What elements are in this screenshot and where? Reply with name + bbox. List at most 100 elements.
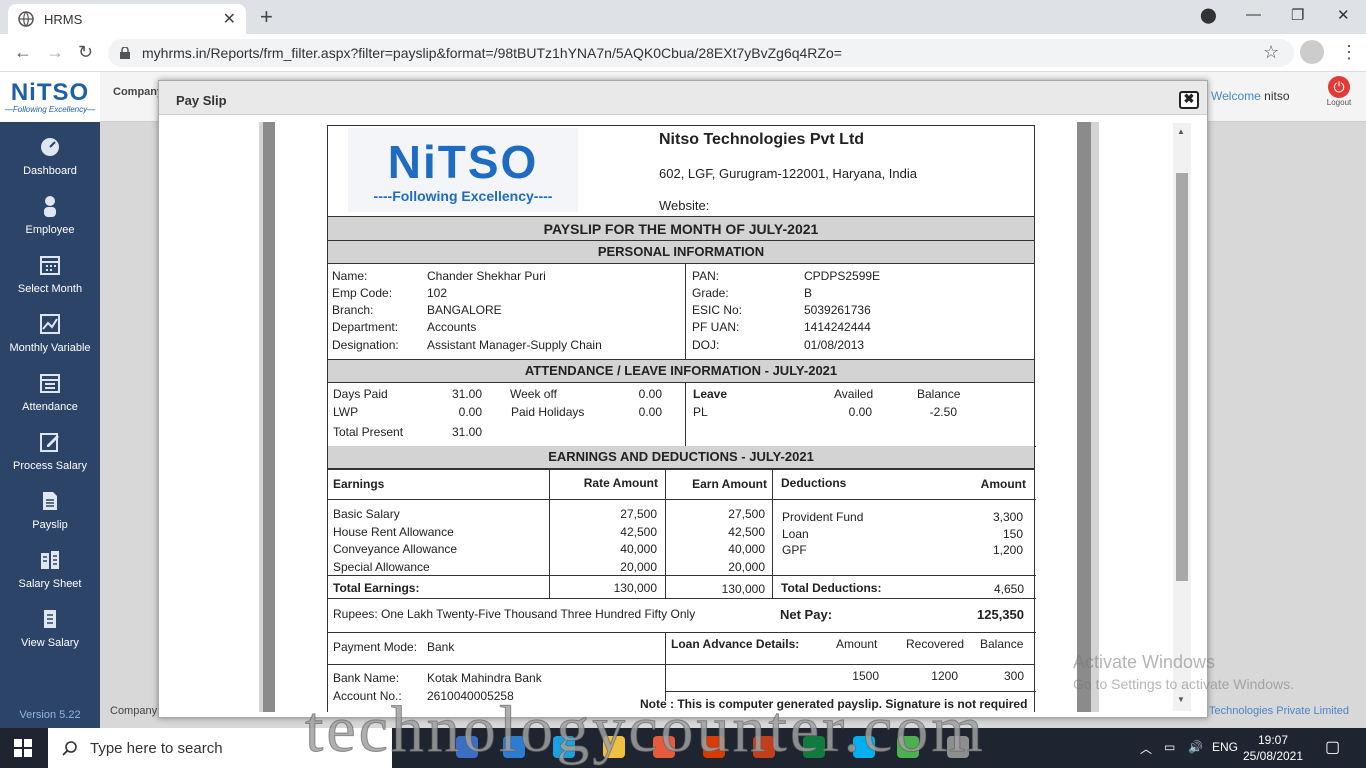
field-value: Chander Shekhar Puri bbox=[427, 269, 546, 283]
loan-recovered-header: Recovered bbox=[906, 637, 965, 651]
company-address: 602, LGF, Gurugram-122001, Haryana, Indi… bbox=[659, 166, 917, 181]
browser-tab[interactable]: HRMS ✕ bbox=[8, 4, 246, 34]
sidebar-item-label: Monthly Variable bbox=[9, 342, 91, 354]
field-value: Assistant Manager-Supply Chain bbox=[427, 338, 602, 352]
deduction-name: GPF bbox=[782, 543, 807, 557]
new-tab-icon[interactable]: + bbox=[260, 4, 273, 30]
sidebar-item-employee[interactable]: Employee bbox=[0, 195, 100, 236]
company-label: Company bbox=[113, 86, 164, 98]
paid-holidays-value: 0.00 bbox=[638, 405, 662, 419]
field-label: Emp Code: bbox=[332, 286, 393, 300]
windows-activation-watermark: Activate Windows Go to Settings to activ… bbox=[1073, 652, 1294, 692]
amount-col-header: Amount bbox=[980, 477, 1026, 491]
earnings-heading: EARNINGS AND DEDUCTIONS - JULY-2021 bbox=[328, 446, 1034, 469]
sidebar-item-label: View Salary bbox=[21, 637, 79, 649]
payslip-document: NiTSO ----Following Excellency---- Nitso… bbox=[327, 125, 1036, 712]
earning-amount: 42,500 bbox=[728, 525, 765, 539]
paid-holidays-label: Paid Holidays bbox=[511, 405, 585, 419]
field-value: Accounts bbox=[427, 320, 477, 334]
power-icon: ⏻ bbox=[1328, 76, 1350, 98]
bank-name-value: Kotak Mahindra Bank bbox=[427, 671, 542, 685]
field-value: CPDPS2599E bbox=[804, 269, 881, 283]
tray-expand-icon[interactable]: ︿ bbox=[1140, 740, 1152, 757]
scrollbar-thumb[interactable] bbox=[1176, 173, 1188, 581]
bookmark-star-icon[interactable]: ☆ bbox=[1263, 42, 1279, 63]
sidebar-item-payslip[interactable]: Payslip bbox=[0, 490, 100, 531]
scroll-down-icon[interactable]: ▼ bbox=[1177, 695, 1185, 704]
activate-windows-hint: Go to Settings to activate Windows. bbox=[1073, 676, 1294, 692]
modal-title: Pay Slip bbox=[176, 93, 227, 108]
network-icon[interactable]: ▭ bbox=[1164, 740, 1175, 754]
leave-col-header: Leave bbox=[693, 387, 728, 401]
profile-avatar[interactable] bbox=[1300, 40, 1324, 64]
payslip-header: NiTSO ----Following Excellency---- Nitso… bbox=[328, 126, 1034, 217]
loan-balance-header: Balance bbox=[980, 637, 1024, 651]
sidebar-item-view-salary[interactable]: View Salary bbox=[0, 608, 100, 649]
forward-icon[interactable]: → bbox=[46, 42, 64, 63]
browser-menu-icon[interactable]: ⋮ bbox=[1340, 42, 1358, 63]
sidebar-item-dashboard[interactable]: Dashboard bbox=[0, 136, 100, 177]
sidebar-item-salary-sheet[interactable]: Salary Sheet bbox=[0, 549, 100, 590]
sidebar-item-label: Payslip bbox=[32, 519, 68, 531]
field-label: Grade: bbox=[692, 286, 729, 300]
field-value: BANGALORE bbox=[427, 303, 502, 317]
system-clock[interactable]: 19:07 25/08/2021 bbox=[1238, 732, 1308, 764]
loan-amount-value: 1500 bbox=[852, 669, 879, 683]
leave-balance: -2.50 bbox=[929, 405, 957, 419]
total-rate-value: 130,000 bbox=[613, 581, 657, 595]
url-field[interactable]: myhrms.in/Reports/frm_filter.aspx?filter… bbox=[108, 39, 1294, 67]
deductions-col-header: Deductions bbox=[781, 476, 847, 490]
earning-amount: 27,500 bbox=[728, 507, 765, 521]
tab-close-icon[interactable]: ✕ bbox=[223, 9, 236, 29]
brand-watermark: technologycounter.com bbox=[305, 693, 986, 766]
logo-text: NiTSO bbox=[10, 78, 90, 106]
sidebar-item-label: Attendance bbox=[22, 401, 78, 413]
sidebar-item-label: Salary Sheet bbox=[18, 578, 82, 590]
row-divider bbox=[328, 632, 1036, 633]
language-indicator[interactable]: ENG bbox=[1212, 740, 1238, 754]
back-icon[interactable]: ← bbox=[14, 42, 32, 63]
modal-scrollbar[interactable]: ▲ ▼ bbox=[1173, 123, 1191, 711]
report-viewer: NiTSO ----Following Excellency---- Nitso… bbox=[259, 122, 1099, 712]
windows-start-icon[interactable] bbox=[14, 739, 32, 757]
volume-icon[interactable]: 🔊 bbox=[1188, 740, 1203, 754]
payslip-title: PAYSLIP FOR THE MONTH OF JULY-2021 bbox=[328, 217, 1034, 241]
bank-name-label: Bank Name: bbox=[333, 671, 400, 685]
chart-icon bbox=[40, 314, 60, 334]
app-logo: NiTSO —Following Excellency— bbox=[0, 72, 100, 122]
profile-dropdown-icon[interactable]: ⬤ bbox=[1200, 6, 1217, 24]
field-value: 01/08/2013 bbox=[804, 338, 865, 352]
logout-button[interactable]: ⏻ Logout bbox=[1322, 76, 1356, 107]
earning-rate: 27,500 bbox=[620, 507, 657, 521]
rate-amount-col-header: Rate Amount bbox=[583, 476, 658, 490]
sidebar-item-monthly-variable[interactable]: Monthly Variable bbox=[0, 313, 100, 354]
maximize-icon[interactable]: ❐ bbox=[1291, 6, 1304, 24]
search-placeholder: Type here to search bbox=[90, 739, 223, 757]
total-earnings-label: Total Earnings: bbox=[333, 581, 420, 595]
leave-type: PL bbox=[693, 405, 708, 419]
modal-close-button[interactable]: ✖ bbox=[1179, 91, 1199, 109]
deduction-amount: 150 bbox=[1002, 527, 1023, 541]
earning-name: House Rent Allowance bbox=[333, 525, 454, 539]
total-present-value: 31.00 bbox=[451, 425, 482, 439]
reload-icon[interactable]: ↻ bbox=[78, 42, 93, 63]
welcome-user: nitso bbox=[1264, 89, 1290, 103]
field-label: ESIC No: bbox=[692, 303, 743, 317]
edit-icon bbox=[40, 433, 59, 452]
lwp-value: 0.00 bbox=[458, 405, 482, 419]
minimize-icon[interactable]: — bbox=[1246, 6, 1261, 23]
search-icon bbox=[62, 741, 77, 756]
browser-tab-bar: HRMS ✕ + ⬤ — ❐ ✕ bbox=[0, 0, 1366, 34]
sidebar-item-select-month[interactable]: Select Month bbox=[0, 254, 100, 295]
sidebar-item-process-salary[interactable]: Process Salary bbox=[0, 431, 100, 472]
row-divider bbox=[665, 691, 1036, 692]
scroll-up-icon[interactable]: ▲ bbox=[1177, 127, 1185, 136]
sheet-icon bbox=[41, 551, 59, 569]
window-close-icon[interactable]: ✕ bbox=[1337, 6, 1350, 24]
field-label: Department: bbox=[332, 320, 399, 334]
modal-header: Pay Slip ✖ bbox=[159, 81, 1207, 115]
earning-rate: 40,000 bbox=[620, 542, 657, 556]
notifications-icon[interactable]: ▢ bbox=[1325, 737, 1340, 757]
sidebar-item-attendance[interactable]: Attendance bbox=[0, 372, 100, 413]
loan-amount-header: Amount bbox=[836, 637, 878, 651]
